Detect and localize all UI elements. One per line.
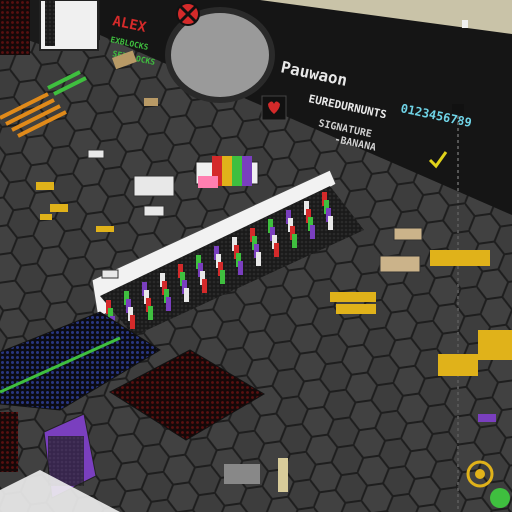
beige-box [379, 255, 421, 273]
crossed-circle-icon [176, 2, 200, 26]
beige-box-2 [393, 227, 423, 241]
pole-cap [452, 104, 464, 114]
small-purple-piece [478, 414, 496, 422]
rack-bar [256, 252, 261, 266]
green-orb [490, 488, 510, 508]
rack-bar [166, 297, 171, 311]
rack-bar [184, 288, 189, 302]
red-edge-stack [0, 412, 18, 472]
rack-bar [328, 216, 333, 230]
scene-canvas: ALEX EXBLOCKS SETBLOCKS Pauwaon EUREDURN… [0, 0, 512, 512]
rack-bar [148, 306, 153, 320]
red-block-stack [0, 0, 30, 55]
rack-bar [238, 261, 243, 275]
pole-mark [462, 20, 468, 28]
rack-bar [310, 225, 315, 239]
rack-bar [130, 315, 135, 329]
rack-bar [220, 270, 225, 284]
panel-border [45, 0, 55, 46]
heart-icon [261, 95, 287, 121]
voxel-scene: ALEX EXBLOCKS SETBLOCKS Pauwaon EUREDURN… [0, 0, 512, 512]
rack-bar [202, 279, 207, 293]
rack-bar [292, 234, 297, 248]
beige-block-2 [144, 98, 158, 106]
rack-bar [274, 243, 279, 257]
